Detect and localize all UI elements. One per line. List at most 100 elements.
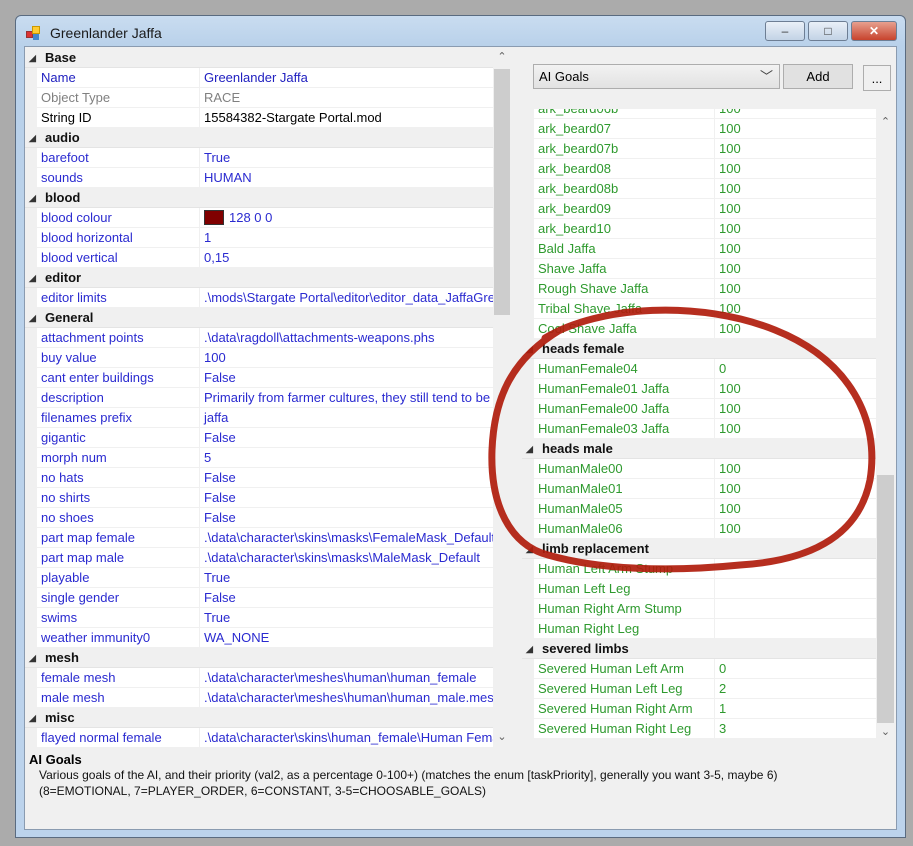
property-row[interactable]: description Primarily from farmer culture…: [25, 388, 493, 408]
collapse-triangle-icon[interactable]: ◢: [29, 128, 36, 147]
property-value[interactable]: 100: [715, 279, 876, 298]
property-value[interactable]: [715, 619, 876, 638]
property-value[interactable]: jaffa: [200, 408, 493, 427]
collapse-triangle-icon[interactable]: ◢: [526, 339, 533, 358]
property-value[interactable]: 100: [715, 259, 876, 278]
category-combo[interactable]: AI Goals ﹀: [533, 64, 780, 89]
scroll-down-icon[interactable]: ⌄: [876, 725, 895, 741]
property-value[interactable]: [715, 559, 876, 578]
scroll-thumb[interactable]: [494, 69, 510, 315]
property-row[interactable]: no shoes False: [25, 508, 493, 528]
collapse-triangle-icon[interactable]: ◢: [526, 539, 533, 558]
property-value[interactable]: 100: [715, 459, 876, 478]
property-value[interactable]: .\data\character\meshes\human\human_male…: [200, 688, 493, 707]
property-row[interactable]: male mesh .\data\character\meshes\human\h…: [25, 688, 493, 708]
property-row[interactable]: blood vertical 0,15: [25, 248, 493, 268]
collapse-triangle-icon[interactable]: ◢: [526, 439, 533, 458]
property-value[interactable]: 100: [715, 319, 876, 338]
property-value[interactable]: .\mods\Stargate Portal\editor\editor_dat…: [200, 288, 493, 307]
property-row[interactable]: editor limits .\mods\Stargate Portal\edit…: [25, 288, 493, 308]
property-value[interactable]: 2: [715, 679, 876, 698]
property-row[interactable]: ark_beard08 100: [522, 159, 876, 179]
property-value[interactable]: [715, 579, 876, 598]
property-value[interactable]: 100: [715, 109, 876, 118]
property-value[interactable]: 0: [715, 659, 876, 678]
property-row[interactable]: String ID 15584382-Stargate Portal.mod: [25, 108, 493, 128]
category-header[interactable]: ◢ heads male: [522, 439, 876, 459]
property-value[interactable]: .\data\character\skins\masks\FemaleMask_…: [200, 528, 493, 547]
property-value[interactable]: 100: [715, 239, 876, 258]
category-header[interactable]: ◢ limb replacement: [522, 539, 876, 559]
property-row[interactable]: part map male .\data\character\skins\mask…: [25, 548, 493, 568]
property-value[interactable]: 100: [715, 179, 876, 198]
scroll-up-icon[interactable]: ⌃: [493, 50, 511, 66]
property-value[interactable]: .\data\character\skins\masks\MaleMask_De…: [200, 548, 493, 567]
property-row[interactable]: HumanMale01 100: [522, 479, 876, 499]
property-value[interactable]: .\data\character\skins\human_female\Huma…: [200, 728, 493, 747]
property-row[interactable]: barefoot True: [25, 148, 493, 168]
property-value[interactable]: 100: [715, 119, 876, 138]
property-value[interactable]: 0: [715, 359, 876, 378]
property-row[interactable]: HumanFemale01 Jaffa 100: [522, 379, 876, 399]
collapse-triangle-icon[interactable]: ◢: [526, 639, 533, 658]
property-row[interactable]: HumanMale00 100: [522, 459, 876, 479]
property-value[interactable]: Primarily from farmer cultures, they sti…: [200, 388, 493, 407]
property-value[interactable]: [715, 599, 876, 618]
maximize-button[interactable]: □: [808, 21, 848, 41]
category-header[interactable]: ◢ editor: [25, 268, 493, 288]
property-value[interactable]: 100: [200, 348, 493, 367]
property-row[interactable]: Bald Jaffa 100: [522, 239, 876, 259]
more-button[interactable]: ...: [863, 65, 891, 91]
property-row[interactable]: no shirts False: [25, 488, 493, 508]
property-value[interactable]: 100: [715, 199, 876, 218]
property-value[interactable]: 3: [715, 719, 876, 738]
property-value[interactable]: False: [200, 428, 493, 447]
property-value[interactable]: 100: [715, 159, 876, 178]
property-row[interactable]: blood horizontal 1: [25, 228, 493, 248]
scroll-up-icon[interactable]: ⌃: [876, 115, 895, 131]
property-row[interactable]: Name Greenlander Jaffa: [25, 68, 493, 88]
property-value[interactable]: True: [200, 568, 493, 587]
scroll-down-icon[interactable]: ⌄: [493, 730, 511, 746]
property-value[interactable]: 100: [715, 479, 876, 498]
property-value[interactable]: 5: [200, 448, 493, 467]
property-row[interactable]: single gender False: [25, 588, 493, 608]
category-header[interactable]: ◢ heads female: [522, 339, 876, 359]
property-row[interactable]: Human Left Leg: [522, 579, 876, 599]
minimize-button[interactable]: –: [765, 21, 805, 41]
property-value[interactable]: 0,15: [200, 248, 493, 267]
property-value[interactable]: 100: [715, 219, 876, 238]
category-header[interactable]: ◢ mesh: [25, 648, 493, 668]
property-row[interactable]: Tribal Shave Jaffa 100: [522, 299, 876, 319]
category-header[interactable]: ◢ misc: [25, 708, 493, 728]
property-row[interactable]: morph num 5: [25, 448, 493, 468]
property-row[interactable]: Severed Human Left Leg 2: [522, 679, 876, 699]
property-value[interactable]: False: [200, 488, 493, 507]
collapse-triangle-icon[interactable]: ◢: [29, 48, 36, 67]
property-value[interactable]: False: [200, 368, 493, 387]
property-row[interactable]: HumanFemale03 Jaffa 100: [522, 419, 876, 439]
category-header[interactable]: ◢ severed limbs: [522, 639, 876, 659]
property-row[interactable]: Rough Shave Jaffa 100: [522, 279, 876, 299]
collapse-triangle-icon[interactable]: ◢: [29, 708, 36, 727]
property-value[interactable]: .\data\ragdoll\attachments-weapons.phs: [200, 328, 493, 347]
property-row[interactable]: ark_beard09 100: [522, 199, 876, 219]
property-value[interactable]: 100: [715, 379, 876, 398]
property-value[interactable]: False: [200, 588, 493, 607]
property-value[interactable]: HUMAN: [200, 168, 493, 187]
close-button[interactable]: ✕: [851, 21, 897, 41]
property-row[interactable]: attachment points .\data\ragdoll\attachme…: [25, 328, 493, 348]
property-value[interactable]: True: [200, 148, 493, 167]
property-value[interactable]: .\data\character\meshes\human\human_fema…: [200, 668, 493, 687]
property-row[interactable]: buy value 100: [25, 348, 493, 368]
property-row[interactable]: Severed Human Left Arm 0: [522, 659, 876, 679]
property-row[interactable]: HumanMale06 100: [522, 519, 876, 539]
property-row[interactable]: Human Left Arm Stump: [522, 559, 876, 579]
property-row[interactable]: ark_beard06b 100: [522, 109, 876, 119]
property-row[interactable]: part map female .\data\character\skins\ma…: [25, 528, 493, 548]
property-row[interactable]: filenames prefix jaffa: [25, 408, 493, 428]
property-row[interactable]: flayed normal female .\data\character\ski…: [25, 728, 493, 748]
collapse-triangle-icon[interactable]: ◢: [29, 308, 36, 327]
property-row[interactable]: weather immunity0 WA_NONE: [25, 628, 493, 648]
property-value[interactable]: 100: [715, 299, 876, 318]
